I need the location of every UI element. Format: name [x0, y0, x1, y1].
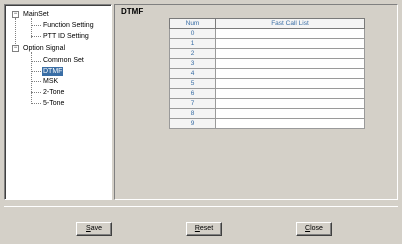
tree-node-common-set[interactable]: Common Set [42, 56, 85, 65]
column-header-fast-call-list: Fast Call List [215, 18, 365, 29]
tree-node-option-signal[interactable]: Option Signal [22, 44, 66, 53]
row-number: 1 [169, 38, 216, 49]
row-number: 8 [169, 108, 216, 119]
tree-connector [31, 52, 32, 104]
reset-label: eset [199, 225, 214, 232]
fast-call-cell[interactable] [215, 28, 365, 39]
dtmf-panel: DTMF Num Fast Call List 0 1 2 3 4 5 6 7 … [114, 4, 398, 200]
fast-call-cell[interactable] [215, 68, 365, 79]
button-bar: Save Reset Close [4, 206, 398, 240]
tree-connector [31, 81, 41, 82]
fast-call-cell[interactable] [215, 88, 365, 99]
row-number: 0 [169, 28, 216, 39]
collapse-icon[interactable]: − [12, 45, 19, 52]
row-number: 3 [169, 58, 216, 69]
panel-title: DTMF [121, 7, 144, 16]
row-number: 9 [169, 118, 216, 129]
table-row: 3 [169, 58, 365, 69]
tree-connector [31, 36, 41, 37]
fast-call-cell[interactable] [215, 108, 365, 119]
close-button[interactable]: Close [296, 222, 332, 236]
tree-node-mainset[interactable]: MainSet [22, 10, 50, 19]
table-row: 8 [169, 108, 365, 119]
table-row: 0 [169, 28, 365, 39]
tree-connector [31, 71, 41, 72]
fast-call-cell[interactable] [215, 48, 365, 59]
tree-node-5-tone[interactable]: 5-Tone [42, 99, 65, 108]
tree-connector [31, 61, 41, 62]
settings-tree[interactable]: − MainSet Function Setting PTT ID Settin… [4, 4, 112, 200]
table-header-row: Num Fast Call List [169, 18, 365, 29]
tree-node-ptt-id-setting[interactable]: PTT ID Setting [42, 32, 90, 41]
fast-call-cell[interactable] [215, 118, 365, 129]
column-header-num: Num [169, 18, 216, 29]
row-number: 6 [169, 88, 216, 99]
row-number: 2 [169, 48, 216, 59]
reset-button[interactable]: Reset [186, 222, 222, 236]
tree-connector [15, 18, 16, 48]
tree-connector [31, 103, 41, 104]
row-number: 4 [169, 68, 216, 79]
table-row: 6 [169, 88, 365, 99]
fast-call-cell[interactable] [215, 38, 365, 49]
tree-node-2-tone[interactable]: 2-Tone [42, 88, 65, 97]
collapse-icon[interactable]: − [12, 11, 19, 18]
row-number: 5 [169, 78, 216, 89]
save-label: ave [90, 225, 102, 232]
tree-node-dtmf[interactable]: DTMF [42, 67, 64, 76]
table-row: 9 [169, 118, 365, 129]
fast-call-cell[interactable] [215, 58, 365, 69]
tree-connector [31, 92, 41, 93]
table-row: 5 [169, 78, 365, 89]
table-row: 1 [169, 38, 365, 49]
table-row: 4 [169, 68, 365, 79]
tree-node-msk[interactable]: MSK [42, 77, 59, 86]
tree-connector [31, 25, 41, 26]
save-button[interactable]: Save [76, 222, 112, 236]
table-row: 7 [169, 98, 365, 109]
tree-node-function-setting[interactable]: Function Setting [42, 21, 95, 30]
fast-call-table: Num Fast Call List 0 1 2 3 4 5 6 7 8 9 [169, 18, 365, 129]
close-label: lose [310, 225, 323, 232]
fast-call-cell[interactable] [215, 98, 365, 109]
fast-call-cell[interactable] [215, 78, 365, 89]
table-row: 2 [169, 48, 365, 59]
row-number: 7 [169, 98, 216, 109]
tree-connector [31, 18, 32, 38]
